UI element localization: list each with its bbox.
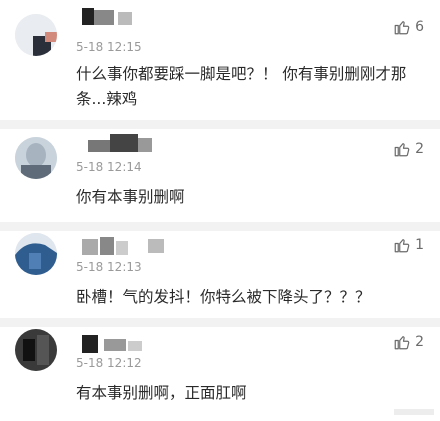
like-button[interactable]: 1 <box>393 236 424 254</box>
comment-item: 5-18 12:13 1 卧槽！气的发抖！你特么被下降头了？？？ <box>0 231 440 319</box>
username-blurred[interactable] <box>82 335 146 354</box>
like-button[interactable]: 2 <box>393 333 424 351</box>
like-button[interactable]: 6 <box>393 18 424 36</box>
like-count: 6 <box>415 19 424 35</box>
avatar[interactable] <box>15 137 57 179</box>
comment-item: 5-18 12:14 2 你有本事别删啊 <box>0 129 440 226</box>
divider <box>0 318 440 327</box>
comment-item: 5-18 12:12 2 有本事别删啊，正面肛啊 <box>0 327 440 421</box>
watermark <box>394 409 434 415</box>
thumbs-up-icon <box>394 21 410 35</box>
comment-text: 什么事你都要踩一脚是吧？！ 你有事别删刚才那条...辣鸡 <box>76 65 407 108</box>
comment-text: 你有本事别删啊 <box>76 188 185 206</box>
divider <box>0 120 440 129</box>
comment-text: 卧槽！气的发抖！你特么被下降头了？？？ <box>76 288 371 306</box>
divider <box>0 222 440 231</box>
avatar[interactable] <box>15 14 57 56</box>
avatar-image <box>15 137 57 179</box>
avatar-image <box>15 233 57 275</box>
avatar-image <box>15 329 57 371</box>
avatar[interactable] <box>15 329 57 371</box>
like-count: 1 <box>415 237 424 253</box>
avatar-image <box>15 14 57 56</box>
username-blurred[interactable] <box>82 8 132 27</box>
thumbs-up-icon <box>394 239 410 253</box>
comment-timestamp: 5-18 12:13 <box>76 260 142 274</box>
like-count: 2 <box>415 334 424 350</box>
comment-timestamp: 5-18 12:12 <box>76 356 142 370</box>
comment-timestamp: 5-18 12:14 <box>76 160 142 174</box>
comment-item: 5-18 12:15 6 什么事你都要踩一脚是吧？！ 你有事别删刚才那条...辣… <box>0 0 440 120</box>
comment-timestamp: 5-18 12:15 <box>76 40 142 54</box>
like-count: 2 <box>415 141 424 157</box>
avatar[interactable] <box>15 233 57 275</box>
thumbs-up-icon <box>394 336 410 350</box>
comment-text: 有本事别删啊，正面肛啊 <box>76 384 247 402</box>
thumbs-up-icon <box>394 143 410 157</box>
username-blurred[interactable] <box>82 237 172 256</box>
username-blurred[interactable] <box>88 134 152 153</box>
like-button[interactable]: 2 <box>393 140 424 158</box>
